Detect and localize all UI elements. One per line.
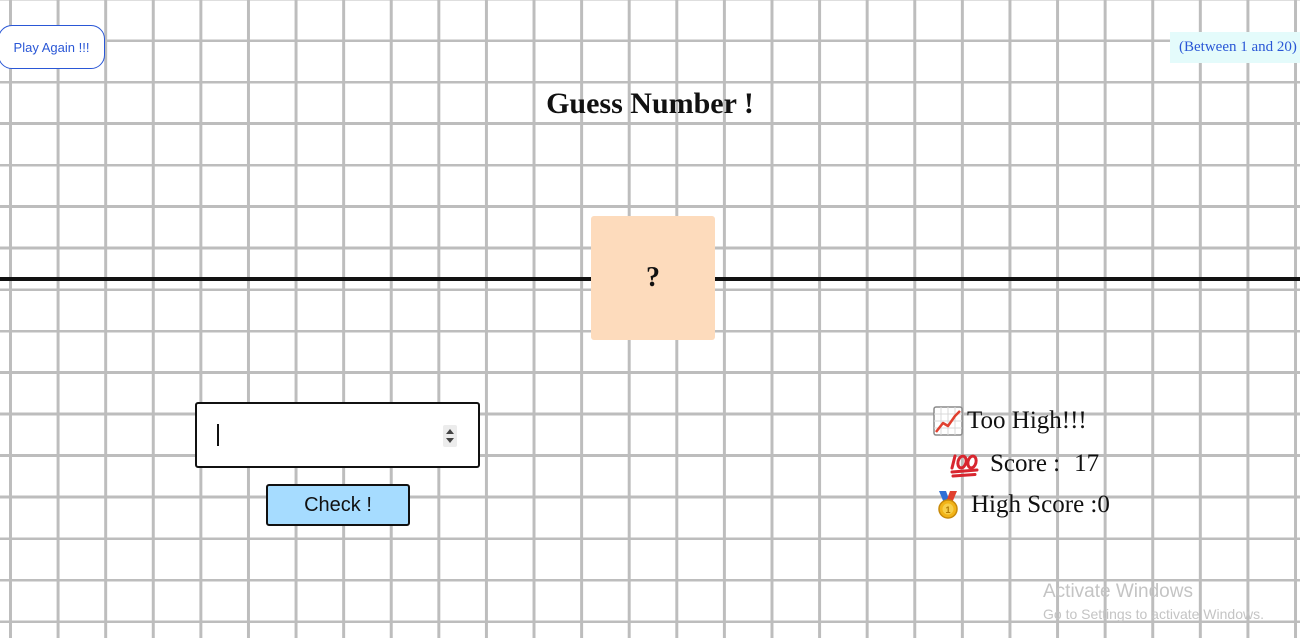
page-title: Guess Number ! xyxy=(546,87,754,120)
secret-number-box: ? xyxy=(591,216,715,340)
hundred-points-icon xyxy=(950,449,980,479)
check-button[interactable]: Check ! xyxy=(266,484,410,526)
watermark-title: Activate Windows xyxy=(1043,581,1193,602)
range-hint: (Between 1 and 20) xyxy=(1170,32,1300,63)
text-caret xyxy=(217,424,219,446)
high-score-label: High Score : xyxy=(971,491,1098,518)
score-display: Score : 17 xyxy=(950,449,1099,479)
guess-input-container xyxy=(195,402,480,468)
score-value: 17 xyxy=(1074,450,1100,477)
number-spinner[interactable] xyxy=(443,425,457,447)
guess-message: Too High!!! xyxy=(933,406,1087,436)
score-label: Score : xyxy=(990,450,1061,477)
spinner-down-icon[interactable] xyxy=(446,438,454,443)
medal-icon: 1 xyxy=(933,490,963,520)
play-again-button[interactable]: Play Again !!! xyxy=(0,25,105,69)
high-score-value: 0 xyxy=(1097,491,1110,518)
secret-number-display: ? xyxy=(646,262,660,293)
spinner-up-icon[interactable] xyxy=(446,429,454,434)
chart-increasing-icon xyxy=(933,406,963,436)
activate-windows-watermark: Activate Windows Go to Settings to activ… xyxy=(1043,580,1264,624)
guess-message-text: Too High!!! xyxy=(967,407,1087,434)
high-score-display: 1 High Score : 0 xyxy=(933,490,1110,520)
guess-number-input[interactable] xyxy=(197,404,478,466)
watermark-subtitle: Go to Settings to activate Windows. xyxy=(1043,606,1264,622)
svg-text:1: 1 xyxy=(945,505,950,515)
